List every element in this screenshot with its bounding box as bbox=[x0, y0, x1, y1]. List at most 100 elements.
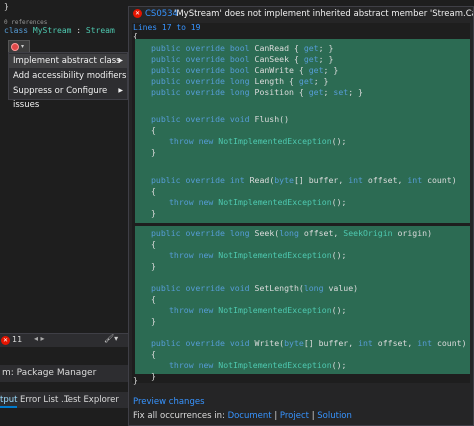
code-line: { bbox=[151, 239, 156, 249]
code-line: } bbox=[151, 261, 156, 271]
throw-keyword: throw new bbox=[169, 305, 219, 315]
code-line: public override void Write(byte[] buffer… bbox=[151, 338, 467, 348]
error-count[interactable]: 11 bbox=[12, 335, 22, 344]
punct: { bbox=[289, 54, 304, 64]
type: int bbox=[407, 175, 428, 185]
code-line: } bbox=[151, 208, 156, 218]
package-manager-panel-title: m: Package Manager bbox=[0, 365, 128, 382]
param: value) bbox=[328, 283, 359, 293]
separator: | bbox=[311, 411, 315, 421]
identifier: CanWrite bbox=[254, 65, 294, 75]
identifier: SetLength bbox=[254, 283, 299, 293]
exception-type: NotImplementedException bbox=[218, 197, 332, 207]
throw-keyword: throw new bbox=[169, 197, 219, 207]
code-line: public override long Length { get; } bbox=[151, 76, 328, 86]
accessor: get bbox=[303, 54, 319, 64]
throw-keyword: throw new bbox=[169, 136, 219, 146]
added-code-block: public override bool CanRead { get; } pu… bbox=[135, 39, 470, 223]
code-line: throw new NotImplementedException(); bbox=[169, 197, 346, 207]
modifiers: public override void bbox=[151, 114, 255, 124]
type: byte bbox=[284, 338, 304, 348]
menu-item-implement-abstract-class[interactable]: Implement abstract class ▶ bbox=[9, 54, 127, 68]
punct: (); bbox=[331, 136, 347, 146]
modifiers: public override bool bbox=[151, 43, 255, 53]
fix-all-occurrences: Fix all occurrences in: Document | Proje… bbox=[133, 411, 352, 421]
close-brace: } bbox=[151, 208, 156, 218]
submenu-arrow-icon: ▶ bbox=[118, 87, 123, 94]
accessor: get bbox=[303, 43, 319, 53]
divider bbox=[0, 408, 128, 426]
modifiers: public override bbox=[151, 175, 230, 185]
class-name: MyStream bbox=[32, 26, 72, 35]
identifier: Flush bbox=[254, 114, 280, 124]
accessor: get bbox=[298, 76, 314, 86]
type: int bbox=[348, 175, 368, 185]
colon: : bbox=[71, 26, 86, 35]
preview-header: ✕ CS0534 'MyStream' does not implement i… bbox=[129, 7, 473, 21]
punct: ; bbox=[323, 87, 334, 97]
punct: { bbox=[284, 76, 299, 86]
param: [] buffer, bbox=[293, 175, 349, 185]
error-status-bar: ✕ 11 ◂ ▸ 🖌▾ bbox=[0, 333, 128, 348]
lines-label: Lines 17 to 19 bbox=[133, 23, 201, 32]
brush-icon[interactable]: 🖌▾ bbox=[104, 334, 118, 343]
punct: ; } bbox=[323, 65, 339, 75]
nav-arrows-icon[interactable]: ◂ ▸ bbox=[34, 334, 45, 343]
punct: ; } bbox=[318, 54, 334, 64]
param: offset, bbox=[303, 228, 344, 238]
error-lightbulb-icon bbox=[11, 42, 19, 51]
error-icon: ✕ bbox=[1, 336, 10, 345]
tab-output[interactable]: tput bbox=[0, 392, 18, 408]
code-line: { bbox=[151, 125, 156, 135]
fix-all-label: Fix all occurrences in: bbox=[133, 411, 225, 421]
code-line: throw new NotImplementedException(); bbox=[169, 305, 346, 315]
menu-item-label: Add accessibility modifiers bbox=[13, 71, 127, 81]
punct: { bbox=[293, 65, 309, 75]
open-brace: { bbox=[151, 294, 156, 304]
modifiers: public override long bbox=[151, 76, 255, 86]
code-line: public override bool CanWrite { get; } bbox=[151, 65, 338, 75]
fix-solution-link[interactable]: Solution bbox=[317, 411, 352, 421]
preview-changes-link[interactable]: Preview changes bbox=[133, 397, 205, 407]
type: int bbox=[417, 338, 437, 348]
accessor: get bbox=[308, 87, 324, 97]
type: int bbox=[229, 175, 250, 185]
class-keyword: class bbox=[4, 26, 29, 35]
close-brace: } bbox=[151, 147, 156, 157]
tab-test-explorer[interactable]: Test Explorer bbox=[64, 392, 119, 408]
menu-item-suppress-configure[interactable]: Suppress or Configure issues ▶ bbox=[9, 84, 127, 110]
punct: () bbox=[279, 114, 290, 124]
exception-type: NotImplementedException bbox=[218, 136, 332, 146]
code-line: public override long Position { get; set… bbox=[151, 87, 363, 97]
identifier: Write bbox=[254, 338, 280, 348]
code-line: public override long Seek(long offset, S… bbox=[151, 228, 432, 238]
param: offset, bbox=[367, 175, 408, 185]
punct: ; } bbox=[348, 87, 363, 97]
base-class: Stream bbox=[85, 26, 115, 35]
references-codelens[interactable]: 0 references bbox=[4, 19, 47, 26]
code-line: { bbox=[151, 186, 156, 196]
identifier: Position bbox=[254, 87, 294, 97]
type: long bbox=[303, 283, 329, 293]
type: long bbox=[229, 228, 255, 238]
separator: | bbox=[274, 411, 278, 421]
punct: { bbox=[293, 87, 309, 97]
modifiers: public override void bbox=[151, 283, 255, 293]
identifier: CanRead bbox=[254, 43, 290, 53]
punct: (); bbox=[331, 305, 347, 315]
divider bbox=[0, 347, 128, 365]
menu-item-add-accessibility-modifiers[interactable]: Add accessibility modifiers bbox=[9, 69, 127, 83]
open-brace: { bbox=[151, 239, 156, 249]
tab-error-list[interactable]: Error List ... bbox=[20, 392, 69, 408]
exception-type: NotImplementedException bbox=[218, 305, 332, 315]
identifier: Read bbox=[249, 175, 270, 185]
error-icon: ✕ bbox=[133, 9, 142, 18]
exception-type: NotImplementedException bbox=[218, 250, 332, 260]
chevron-down-icon: ▾ bbox=[21, 43, 25, 50]
exception-type: NotImplementedException bbox=[218, 360, 332, 370]
throw-keyword: throw new bbox=[169, 250, 219, 260]
code-line: } bbox=[151, 371, 156, 381]
fix-project-link[interactable]: Project bbox=[280, 411, 309, 421]
identifier: Seek bbox=[254, 228, 275, 238]
fix-document-link[interactable]: Document bbox=[228, 411, 272, 421]
